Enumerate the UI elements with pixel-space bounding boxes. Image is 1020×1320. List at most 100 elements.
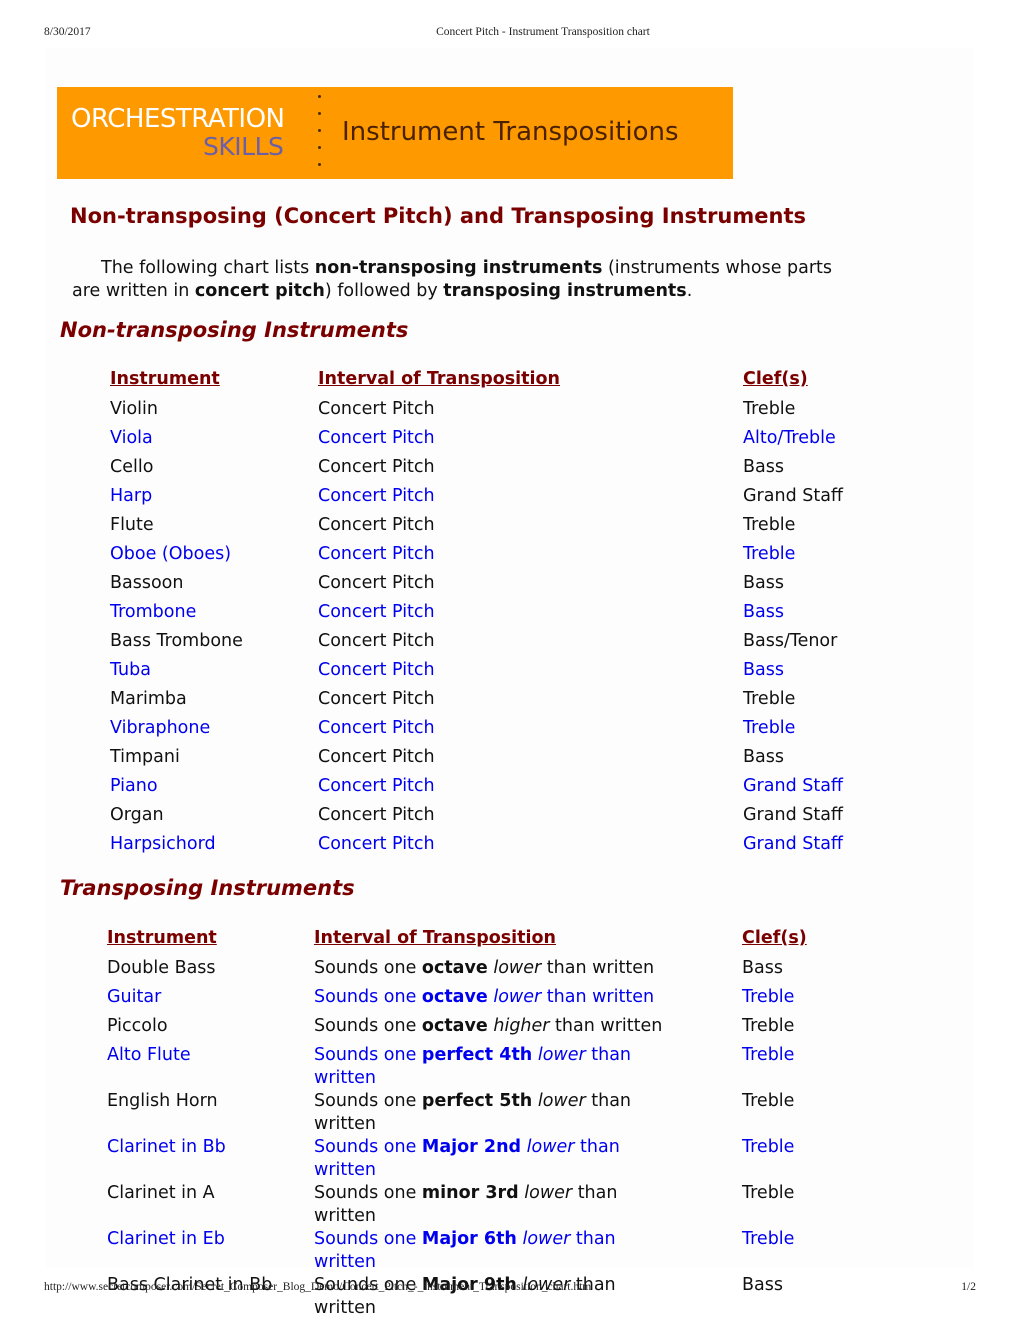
interval-cell: Concert Pitch: [318, 689, 435, 709]
interval-cell: Sounds one octave lower than written: [314, 957, 742, 986]
clef-cell: Treble: [743, 515, 796, 535]
clef-cell: Bass: [742, 958, 783, 978]
instrument-cell: Double Bass: [107, 958, 216, 978]
interval-suffix: than written: [541, 958, 655, 978]
table-row: Trombone Concert Pitch Bass: [110, 601, 903, 630]
print-footer: http://www.secretcomposer.com/Secret_Com…: [0, 1281, 1020, 1297]
table-header-row: Instrument Interval of Transposition Cle…: [110, 369, 903, 398]
interval-cell: Concert Pitch: [318, 573, 435, 593]
column-header-clef: Clef(s): [742, 928, 807, 948]
instrument-cell: Piccolo: [107, 1016, 168, 1036]
interval-cell: Concert Pitch: [318, 747, 435, 767]
interval-cell: Concert Pitch: [318, 660, 435, 680]
interval-prefix: Sounds one: [314, 1016, 422, 1036]
table-row: Vibraphone Concert Pitch Treble: [110, 717, 903, 746]
dotted-separator: [318, 95, 324, 175]
interval-name: Major 6th: [421, 1229, 517, 1249]
page-number: 1/2: [961, 1281, 976, 1293]
interval-name: minor 3rd: [421, 1183, 519, 1203]
interval-prefix: Sounds one: [314, 1137, 422, 1157]
interval-cell: Sounds one minor 3rd lower than written: [314, 1182, 742, 1228]
interval-direction: lower: [524, 1183, 573, 1203]
instrument-cell: Marimba: [110, 689, 187, 709]
site-banner: ORCHESTRATION SKILLS Instrument Transpos…: [57, 87, 733, 179]
interval-direction: lower: [493, 987, 542, 1007]
instrument-cell: Timpani: [110, 747, 180, 767]
clef-cell: Treble: [742, 1091, 795, 1111]
interval-suffix: than written: [549, 1016, 663, 1036]
transposing-table: Instrument Interval of Transposition Cle…: [107, 928, 902, 1320]
clef-cell: Treble: [743, 399, 796, 419]
brand-orchestration: ORCHESTRATION: [71, 104, 285, 134]
section-heading-non-transposing: Non-transposing Instruments: [60, 318, 409, 342]
instrument-cell: Piano: [110, 776, 158, 796]
clef-cell: Treble: [742, 1137, 795, 1157]
instrument-cell: Vibraphone: [110, 718, 211, 738]
table-row: Clarinet in Eb Sounds one Major 6th lower…: [107, 1228, 902, 1274]
interval-cell: Concert Pitch: [318, 544, 435, 564]
column-header-interval: Interval of Transposition: [318, 369, 561, 389]
clef-cell: Treble: [742, 1016, 795, 1036]
table-row: Clarinet in Bb Sounds one Major 2nd lower…: [107, 1136, 902, 1182]
interval-name: perfect 4th: [421, 1045, 533, 1065]
column-header-instrument: Instrument: [107, 928, 217, 948]
interval-direction: higher: [493, 1016, 550, 1036]
table-row: Alto Flute Sounds one perfect 4th lower t…: [107, 1044, 902, 1090]
interval-direction: lower: [522, 1229, 571, 1249]
section-heading-transposing: Transposing Instruments: [60, 876, 355, 900]
column-header-clef: Clef(s): [743, 369, 808, 389]
table-header-row: Instrument Interval of Transposition Cle…: [107, 928, 902, 957]
table-row: Oboe (Oboes) Concert Pitch Treble: [110, 543, 903, 572]
intro-paragraph: The following chart lists non-transposin…: [72, 257, 852, 303]
interval-prefix: Sounds one: [314, 958, 422, 978]
interval-cell: Concert Pitch: [318, 805, 435, 825]
table-row: Harpsichord Concert Pitch Grand Staff: [110, 833, 903, 862]
instrument-cell: Organ: [110, 805, 164, 825]
interval-cell: Concert Pitch: [318, 399, 435, 419]
interval-cell: Sounds one Major 6th lower than written: [314, 1228, 742, 1274]
clef-cell: Grand Staff: [743, 776, 843, 796]
interval-prefix: Sounds one: [314, 1091, 422, 1111]
instrument-cell: English Horn: [107, 1091, 218, 1111]
instrument-cell: Tuba: [110, 660, 151, 680]
table-row: Flute Concert Pitch Treble: [110, 514, 903, 543]
interval-cell: Concert Pitch: [318, 428, 435, 448]
clef-cell: Bass/Tenor: [743, 631, 838, 651]
banner-subtitle: Instrument Transpositions: [342, 117, 679, 147]
intro-text: The following chart lists: [101, 258, 315, 278]
interval-direction: lower: [526, 1137, 575, 1157]
interval-cell: Sounds one Major 2nd lower than written: [314, 1136, 742, 1182]
table-row: Bassoon Concert Pitch Bass: [110, 572, 903, 601]
interval-direction: lower: [537, 1091, 586, 1111]
instrument-cell: Clarinet in Eb: [107, 1229, 225, 1249]
instrument-cell: Clarinet in A: [107, 1183, 215, 1203]
table-row: Cello Concert Pitch Bass: [110, 456, 903, 485]
clef-cell: Bass: [743, 602, 784, 622]
intro-text: .: [686, 281, 693, 301]
table-row: Piano Concert Pitch Grand Staff: [110, 775, 903, 804]
clef-cell: Treble: [742, 1229, 795, 1249]
instrument-cell: Alto Flute: [107, 1045, 191, 1065]
interval-cell: Sounds one perfect 5th lower than writte…: [314, 1090, 742, 1136]
interval-cell: Concert Pitch: [318, 776, 435, 796]
interval-name: perfect 5th: [421, 1091, 533, 1111]
table-row: Tuba Concert Pitch Bass: [110, 659, 903, 688]
interval-cell: Sounds one octave higher than written: [314, 1015, 742, 1044]
clef-cell: Treble: [743, 544, 796, 564]
intro-bold: transposing instruments: [443, 281, 687, 301]
table-row: Timpani Concert Pitch Bass: [110, 746, 903, 775]
table-row: Bass Trombone Concert Pitch Bass/Tenor: [110, 630, 903, 659]
interval-cell: Sounds one octave lower than written: [314, 986, 742, 1015]
interval-cell: Concert Pitch: [318, 834, 435, 854]
table-row: Guitar Sounds one octave lower than writt…: [107, 986, 902, 1015]
interval-suffix: than written: [541, 987, 655, 1007]
column-header-interval: Interval of Transposition: [314, 928, 557, 948]
instrument-cell: Harpsichord: [110, 834, 216, 854]
table-row: Viola Concert Pitch Alto/Treble: [110, 427, 903, 456]
interval-cell: Concert Pitch: [318, 718, 435, 738]
interval-cell: Concert Pitch: [318, 631, 435, 651]
print-page-title: Concert Pitch - Instrument Transposition…: [436, 26, 650, 38]
interval-name: octave: [421, 987, 488, 1007]
non-transposing-table: Instrument Interval of Transposition Cle…: [110, 369, 903, 862]
table-row: Clarinet in A Sounds one minor 3rd lower …: [107, 1182, 902, 1228]
